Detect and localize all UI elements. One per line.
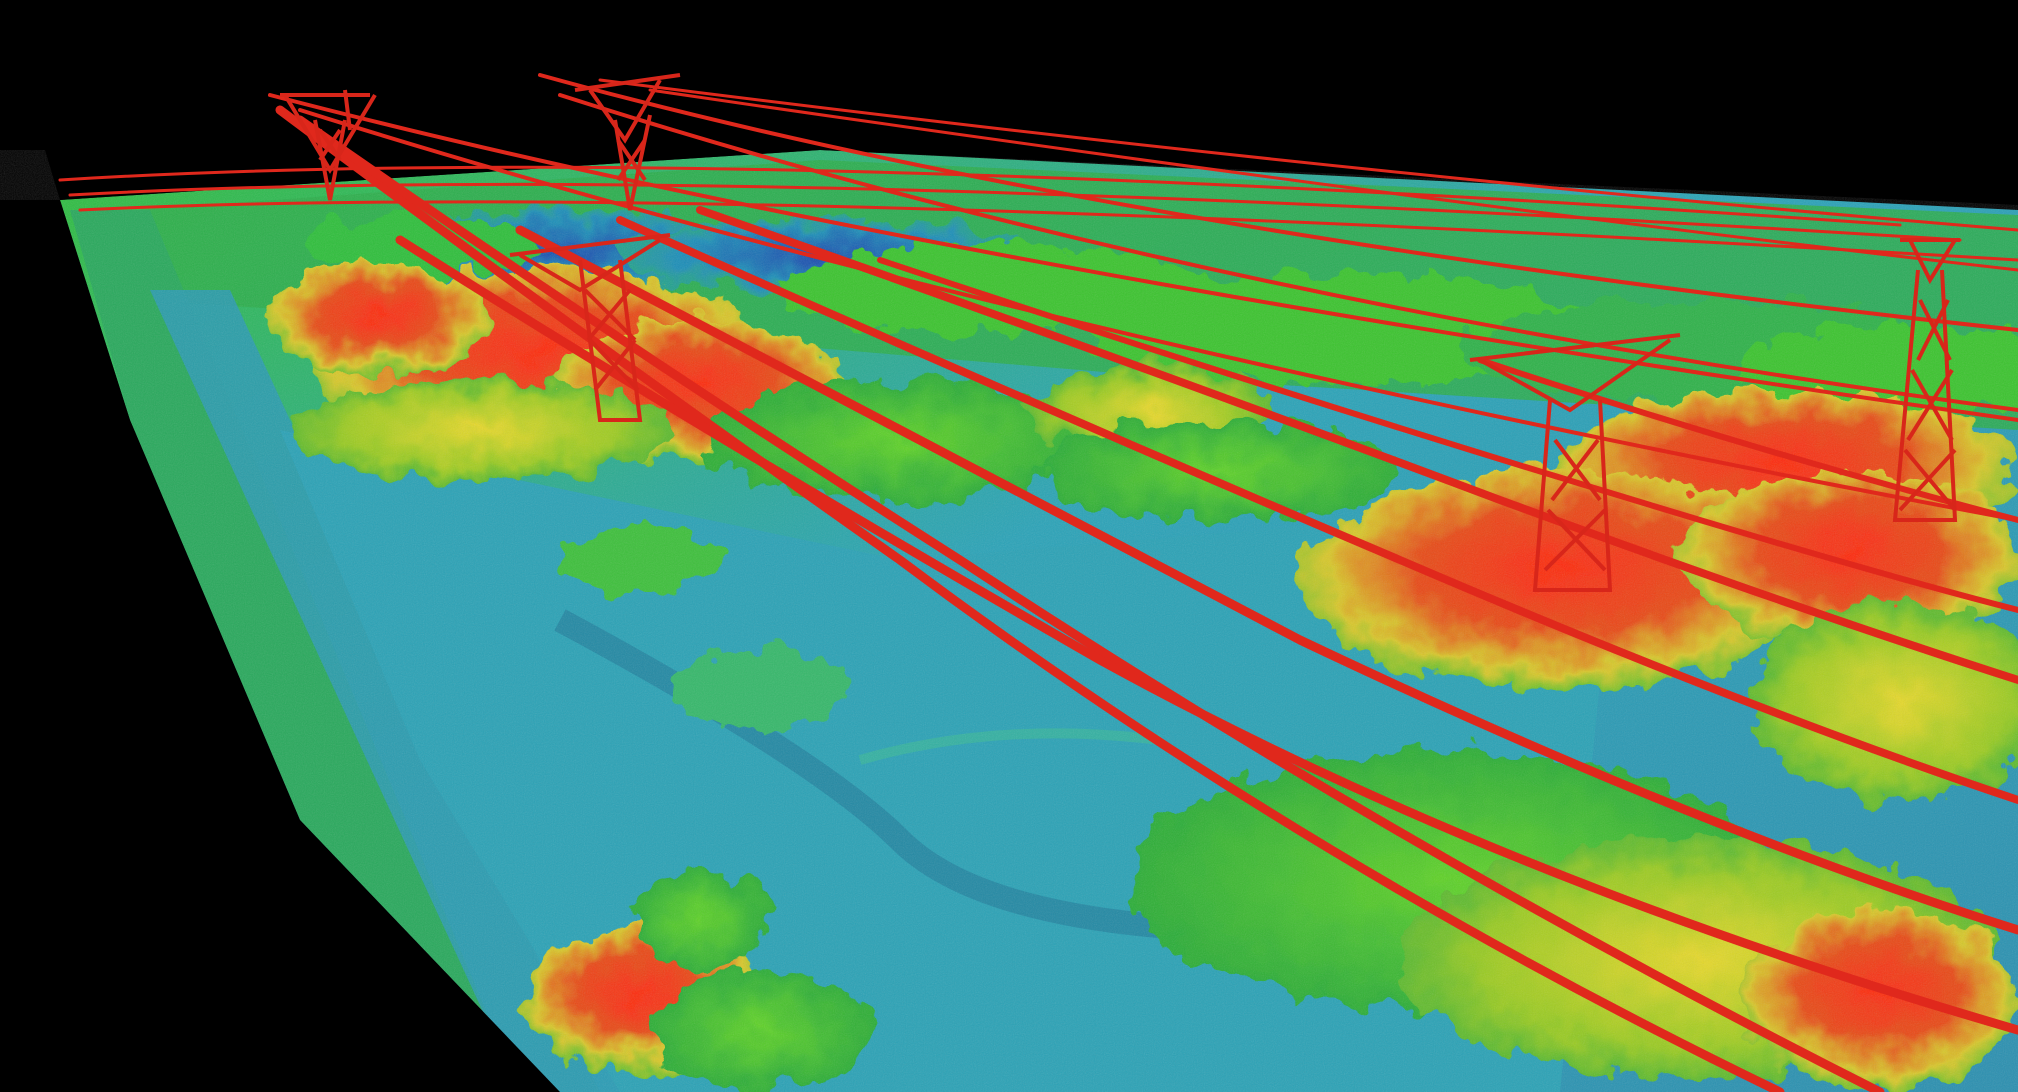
point-cloud-canvas bbox=[0, 0, 2018, 1092]
lidar-point-cloud-scene bbox=[0, 0, 2018, 1092]
